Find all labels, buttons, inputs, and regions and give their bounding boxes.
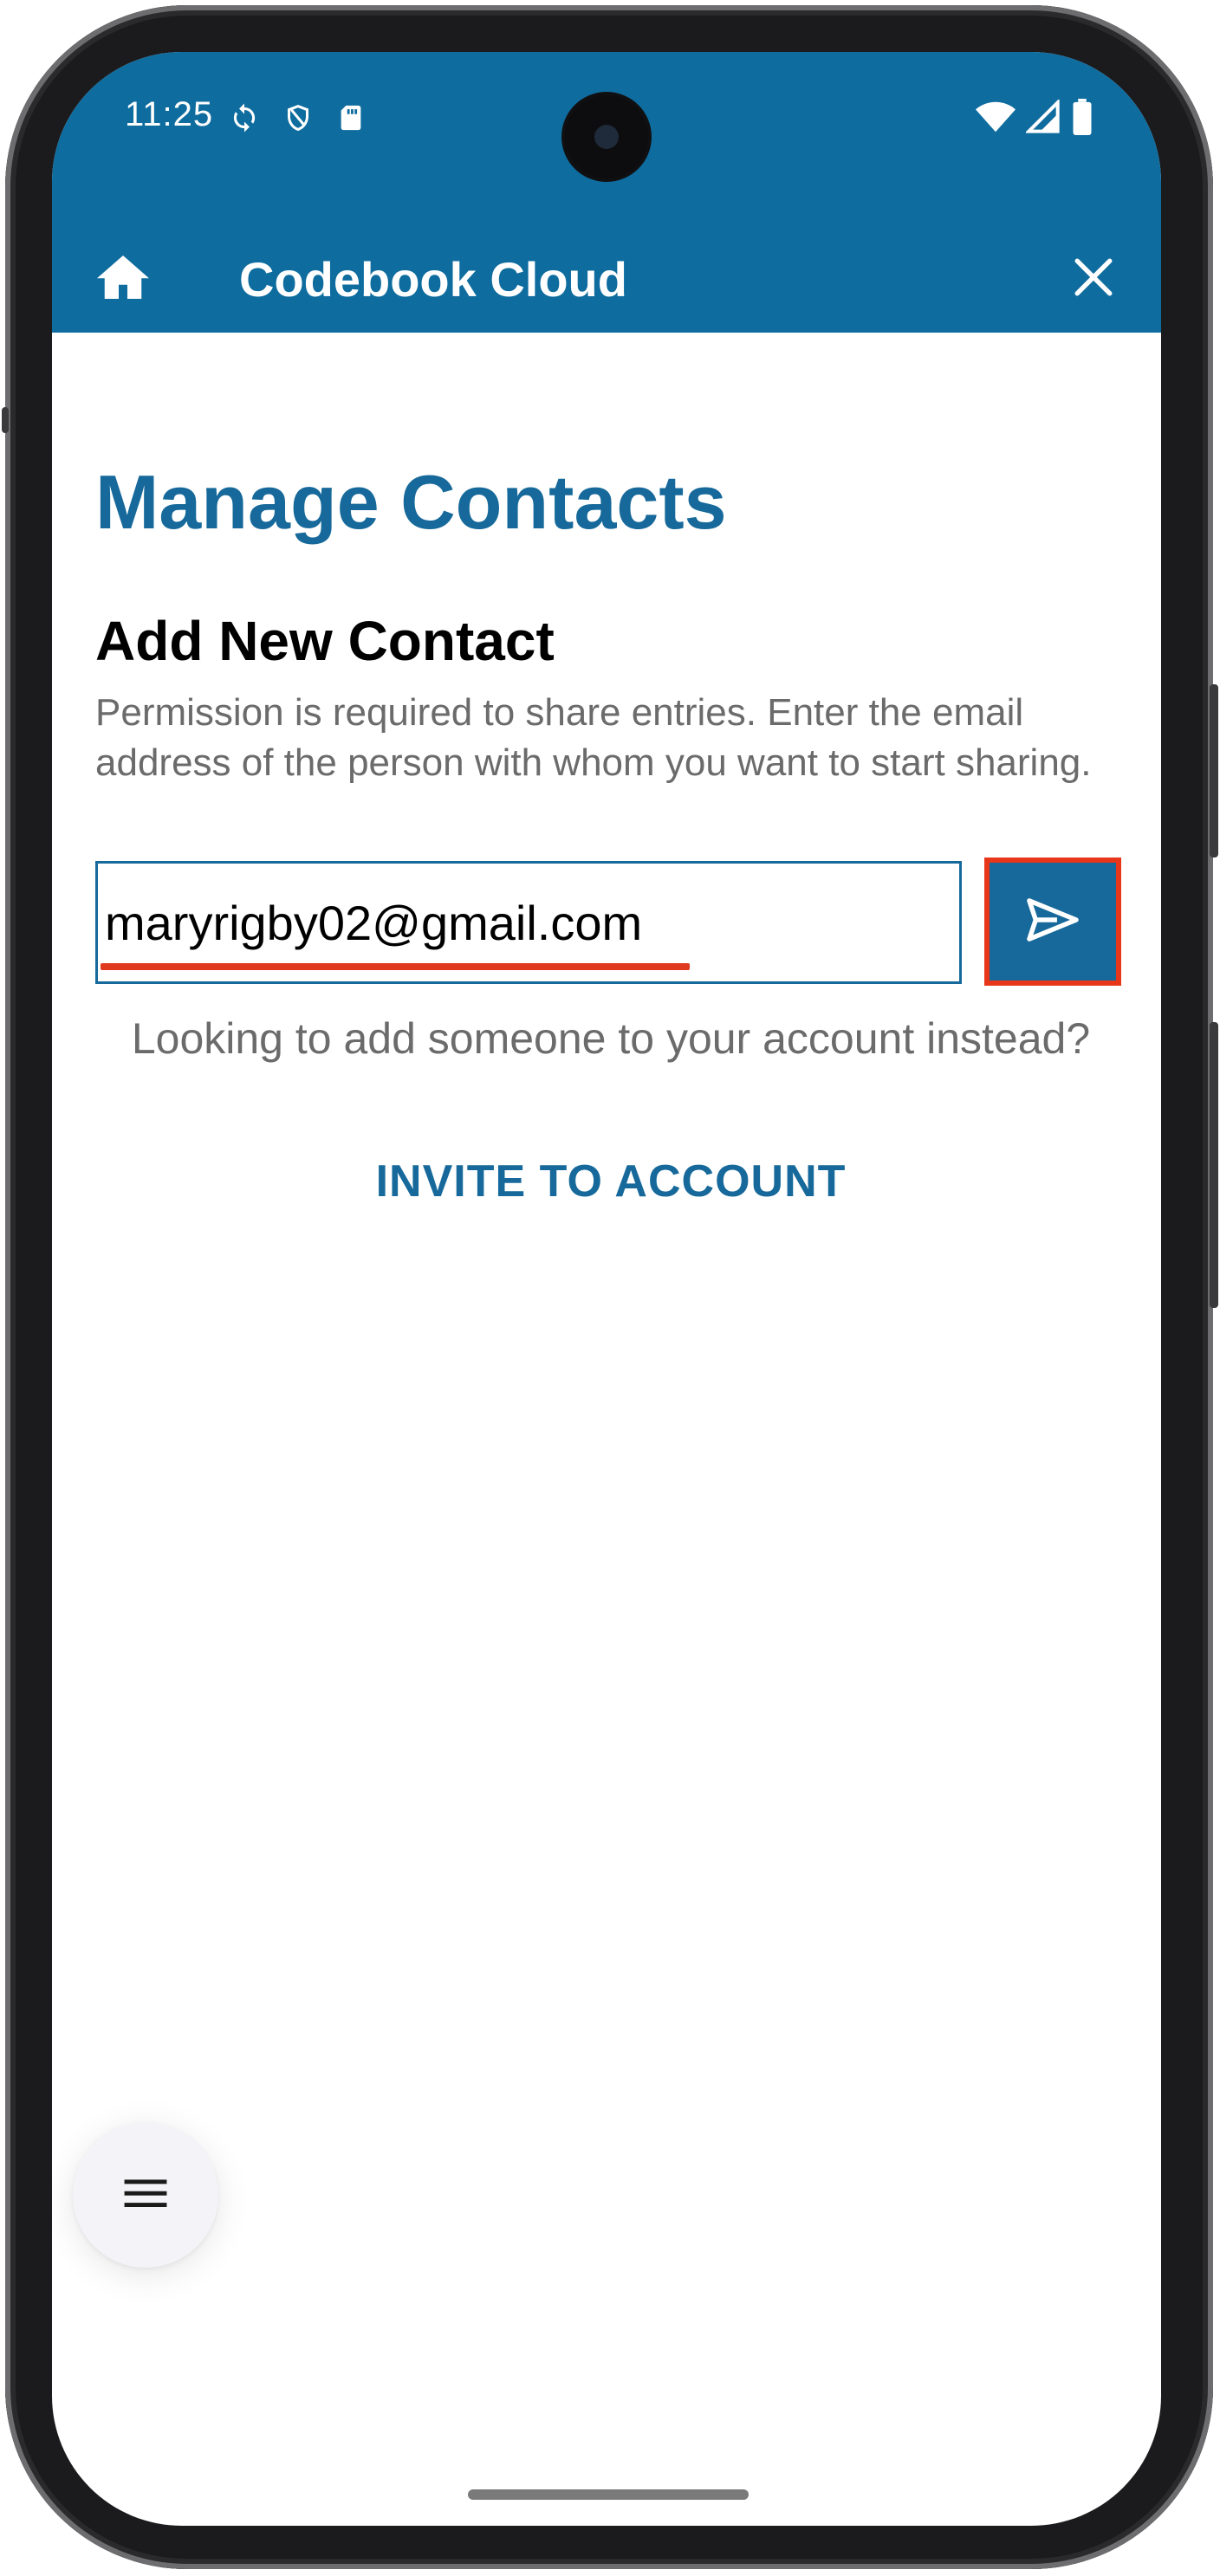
- menu-fab-button[interactable]: [73, 2122, 218, 2268]
- close-icon: [1072, 256, 1115, 303]
- home-button[interactable]: [94, 249, 152, 308]
- gesture-home-indicator[interactable]: [468, 2489, 749, 2500]
- app-title: Codebook Cloud: [239, 252, 627, 307]
- battery-icon: [1071, 99, 1093, 139]
- status-icons-right: [976, 98, 1093, 139]
- left-button: [2, 407, 9, 433]
- status-icons-left: [229, 100, 366, 139]
- signal-icon: [1024, 98, 1061, 139]
- status-time: 11:25: [125, 95, 214, 133]
- volume-button: [1210, 684, 1218, 858]
- home-icon: [97, 253, 149, 306]
- close-button[interactable]: [1064, 249, 1123, 308]
- screen: 11:25 Codebook Cloud Manage Contacts Add…: [52, 52, 1161, 2526]
- phone-frame: 11:25 Codebook Cloud Manage Contacts Add…: [0, 0, 1220, 2576]
- send-button[interactable]: [984, 858, 1121, 986]
- sync-icon: [229, 100, 260, 139]
- section-description: Permission is required to share entries.…: [95, 691, 1092, 784]
- app-bar: Codebook Cloud: [52, 225, 1161, 333]
- menu-icon: [121, 2176, 170, 2215]
- send-icon: [1025, 896, 1080, 948]
- wifi-icon: [976, 100, 1016, 139]
- status-bar: 11:25: [52, 52, 1161, 225]
- sd-card-icon: [336, 101, 366, 139]
- power-button: [1210, 1022, 1218, 1308]
- invite-to-account-link[interactable]: INVITE TO ACCOUNT: [95, 1155, 1126, 1207]
- section-title: Add New Contact: [95, 610, 555, 672]
- help-text: Looking to add someone to your account i…: [131, 1014, 1091, 1063]
- shield-icon: [282, 100, 314, 139]
- front-camera: [565, 95, 648, 178]
- input-highlight-underline: [101, 963, 690, 970]
- page-title: Manage Contacts: [95, 459, 727, 545]
